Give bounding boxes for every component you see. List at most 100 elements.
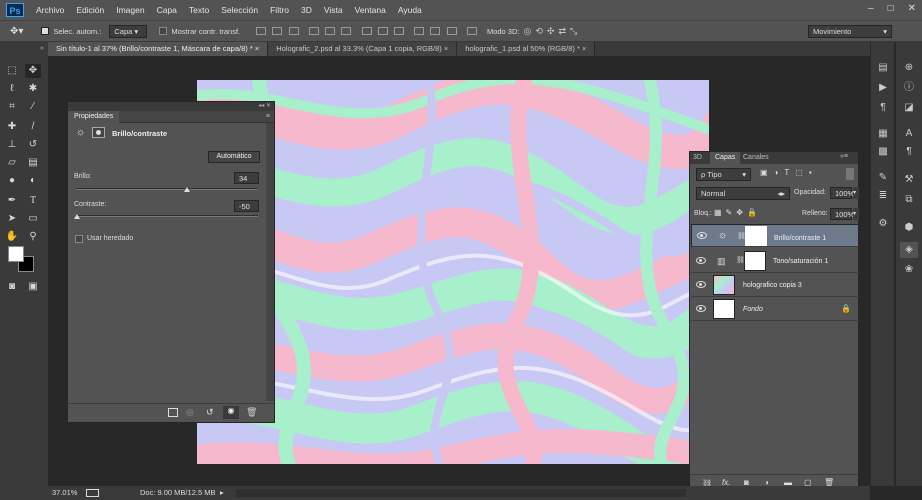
status-export-icon[interactable]: [86, 489, 99, 497]
tab-close-icon[interactable]: ×: [444, 44, 448, 53]
tab-document-1[interactable]: Sin título-1 al 37% (Brillo/contraste 1,…: [48, 42, 269, 56]
paragraph-icon[interactable]: ¶: [902, 146, 916, 158]
distribute-left-icon[interactable]: [414, 27, 425, 36]
layer-mask-thumbnail[interactable]: [744, 251, 766, 271]
menu-edicion[interactable]: Edición: [70, 5, 110, 15]
contrast-value-field[interactable]: -50: [234, 200, 259, 212]
properties-tab[interactable]: Propiedades: [68, 111, 120, 123]
visibility-eye-icon[interactable]: [696, 257, 706, 264]
align-bottom-icon[interactable]: [288, 27, 299, 36]
align-center-icon[interactable]: [325, 27, 336, 36]
slide-3d-icon[interactable]: ⇄: [558, 26, 570, 36]
swatches-grid-icon[interactable]: ▦: [876, 128, 890, 140]
menu-ayuda[interactable]: Ayuda: [392, 5, 428, 15]
menu-texto[interactable]: Texto: [183, 5, 215, 15]
brush-presets-icon[interactable]: ✎: [876, 172, 890, 184]
history-brush-icon[interactable]: ↺: [25, 138, 41, 152]
menu-filtro[interactable]: Filtro: [264, 5, 295, 15]
layer-mask-thumbnail[interactable]: [745, 226, 767, 246]
brightness-slider[interactable]: [76, 188, 258, 190]
blend-mode-dropdown[interactable]: Normal ◂▸: [696, 187, 790, 200]
brush-panel-icon[interactable]: ≣: [876, 190, 890, 202]
filter-toggle[interactable]: [846, 168, 854, 180]
visibility-icon[interactable]: ◉: [223, 406, 239, 419]
clone-stamp-icon[interactable]: ⊥: [4, 138, 20, 152]
drag-3d-icon[interactable]: ✣: [547, 26, 559, 36]
layer-mask-icon[interactable]: [92, 127, 105, 138]
contrast-slider-thumb[interactable]: [74, 214, 80, 219]
tab-close-icon[interactable]: ×: [582, 44, 586, 53]
move-tool-preset-icon[interactable]: ✥▾: [10, 26, 23, 37]
orbit-3d-icon[interactable]: ◎: [523, 26, 535, 36]
collapse-panel-icon[interactable]: ◂◂ ✕: [258, 102, 271, 111]
layer-filter-dropdown[interactable]: ρ Tipo ▾: [696, 168, 751, 181]
brightness-slider-thumb[interactable]: [184, 187, 190, 192]
opacity-arrow-icon[interactable]: ▾: [853, 187, 859, 199]
use-legacy-checkbox[interactable]: [75, 235, 83, 243]
layer-row-holografico-copia[interactable]: holografico copia 3: [691, 274, 859, 297]
move-tool-icon[interactable]: ✥: [25, 64, 41, 78]
history-icon[interactable]: ▤: [876, 62, 890, 74]
panel-collapse-icon[interactable]: »≡: [840, 153, 848, 160]
opacity-field[interactable]: 100%: [830, 187, 854, 199]
menu-3d[interactable]: 3D: [295, 5, 318, 15]
view-previous-state-icon[interactable]: ◎: [186, 407, 194, 418]
minimize-button[interactable]: –: [868, 3, 874, 14]
scale-3d-icon[interactable]: ⤡: [570, 26, 581, 36]
status-menu-arrow-icon[interactable]: ▸: [220, 486, 224, 500]
show-transform-checkbox[interactable]: [159, 27, 168, 35]
text-paragraph-icon[interactable]: ¶: [876, 102, 890, 114]
layer-comps-icon[interactable]: ⧉: [902, 194, 916, 206]
healing-brush-icon[interactable]: ✚: [4, 120, 20, 134]
info-panel-icon[interactable]: ⓘ: [902, 82, 916, 94]
actions-play-icon[interactable]: ▶: [876, 82, 890, 94]
layer-name[interactable]: Fondo: [743, 306, 763, 313]
crop-tool-icon[interactable]: ⌗: [4, 100, 20, 114]
lasso-tool-icon[interactable]: ℓ: [4, 82, 20, 96]
channels-icon[interactable]: ❀: [902, 264, 916, 276]
distribute-top-icon[interactable]: [361, 27, 372, 36]
align-top-icon[interactable]: [256, 27, 267, 36]
tab-canales[interactable]: Canales: [743, 154, 769, 161]
character-icon[interactable]: A: [902, 128, 916, 140]
contrast-slider[interactable]: [76, 215, 258, 217]
layer-name[interactable]: Tono/saturación 1: [773, 258, 828, 265]
menu-ventana[interactable]: Ventana: [349, 5, 392, 15]
properties-scrollbar[interactable]: [266, 123, 274, 401]
color-panel-icon[interactable]: ⊕: [902, 62, 916, 74]
close-window-button[interactable]: ✕: [908, 3, 916, 14]
shape-tool-icon[interactable]: ▭: [25, 212, 41, 226]
quick-mask-icon[interactable]: ◙: [4, 280, 20, 294]
menu-seleccion[interactable]: Selección: [215, 5, 264, 15]
screen-mode-icon[interactable]: ▣: [25, 280, 41, 294]
visibility-eye-icon[interactable]: [696, 281, 706, 288]
align-left-icon[interactable]: [308, 27, 319, 36]
tabs-collapse-arrows[interactable]: «: [0, 42, 48, 56]
auto-select-checkbox[interactable]: [41, 27, 50, 35]
roll-3d-icon[interactable]: ⟲: [535, 26, 547, 36]
tool-presets-icon[interactable]: ⚒: [902, 174, 916, 186]
distribute-bottom-icon[interactable]: [394, 27, 405, 36]
menu-capa[interactable]: Capa: [151, 5, 183, 15]
lock-icons[interactable]: ▦✎✥🔒: [714, 208, 761, 217]
tab-document-3[interactable]: holografic_1.psd al 50% (RGB/8) * ×: [457, 42, 596, 56]
zoom-level[interactable]: 37.01%: [52, 486, 77, 500]
layer-row-brightness[interactable]: ☼ ⛓ Brillo/contraste 1: [691, 224, 859, 247]
path-selection-icon[interactable]: ➤: [4, 212, 20, 226]
layers-panel-icon[interactable]: ◈: [900, 242, 918, 258]
styles-icon[interactable]: ▩: [876, 146, 890, 158]
layer-name[interactable]: Brillo/contraste 1: [774, 233, 826, 244]
marquee-tool-icon[interactable]: ⬚: [4, 64, 20, 78]
tab-3d[interactable]: 3D: [693, 154, 702, 161]
filter-icons[interactable]: ▣◑T⬚▪: [760, 168, 818, 177]
brush-tool-icon[interactable]: /: [25, 120, 41, 134]
reset-icon[interactable]: ↺: [206, 407, 214, 418]
zoom-tool-icon[interactable]: ⚲: [25, 230, 41, 244]
align-right-icon[interactable]: [341, 27, 352, 36]
dodge-tool-icon[interactable]: ◐: [25, 174, 41, 188]
fill-field[interactable]: 100%: [830, 208, 854, 220]
menu-archivo[interactable]: Archivo: [30, 5, 70, 15]
distribute-middle-icon[interactable]: [377, 27, 388, 36]
layer-row-fondo[interactable]: Fondo 🔒: [691, 298, 859, 321]
tab-close-icon[interactable]: ×: [255, 44, 259, 53]
